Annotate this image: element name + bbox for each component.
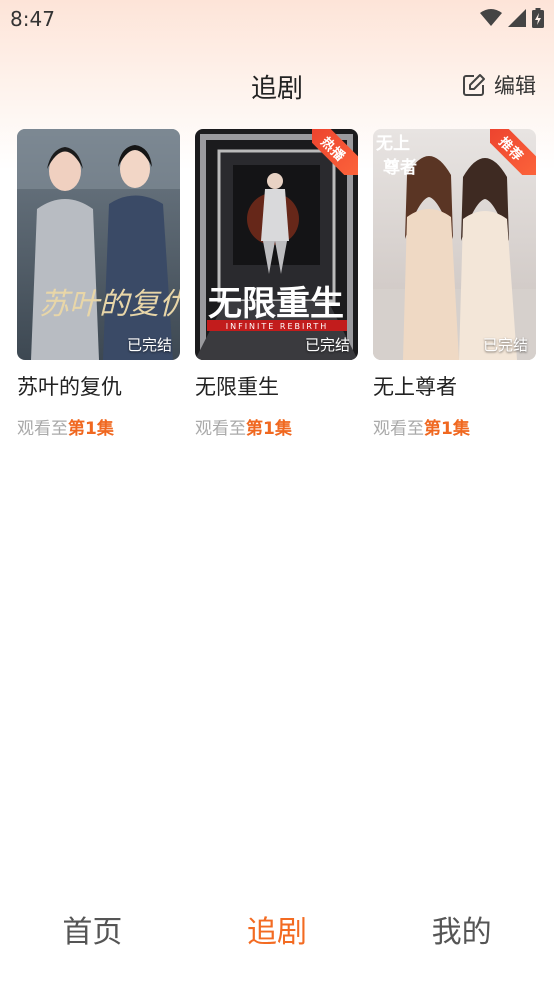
edit-label: 编辑 — [494, 74, 536, 98]
tab-home[interactable]: 首页 — [0, 900, 185, 970]
finished-label: 已完结 — [304, 336, 350, 354]
bottom-tab-bar: 首页 追剧 我的 — [0, 900, 554, 970]
edit-button[interactable]: 编辑 — [462, 70, 536, 100]
tag-label: 热播 — [312, 129, 358, 175]
show-title: 无限重生 — [195, 375, 279, 399]
finished-label: 已完结 — [126, 336, 172, 354]
watch-progress: 观看至第1集 — [17, 414, 180, 439]
tag-label: 推荐 — [490, 129, 536, 175]
svg-text:尊者: 尊者 — [383, 157, 417, 178]
show-poster: 无上 尊者 推荐 已完结 — [373, 129, 536, 360]
signal-icon — [508, 9, 526, 27]
progress-episode: 第1集 — [68, 419, 114, 440]
watch-progress: 观看至第1集 — [195, 414, 358, 439]
edit-icon — [463, 74, 485, 96]
finished-label: 已完结 — [482, 336, 528, 354]
wifi-icon — [480, 9, 502, 26]
status-time: 8:47 — [10, 7, 55, 31]
header: 追剧 编辑 — [0, 60, 554, 110]
show-title: 无上尊者 — [373, 375, 457, 399]
show-poster: 苏叶的复仇 已完结 — [17, 129, 180, 360]
poster-title-text: 苏叶的复仇 — [39, 287, 180, 322]
progress-prefix: 观看至 — [373, 419, 424, 440]
show-poster: 无限重生 INFINITE REBIRTH 热播 已完结 — [195, 129, 358, 360]
poster-title-text: 无限重生 — [208, 284, 344, 324]
show-card[interactable]: 无限重生 INFINITE REBIRTH 热播 已完结 无限重生 观看至第1集 — [195, 129, 358, 439]
show-card[interactable]: 苏叶的复仇 已完结 苏叶的复仇 观看至第1集 — [17, 129, 180, 439]
tag-ribbon: 推荐 — [490, 129, 536, 175]
tab-mine[interactable]: 我的 — [369, 900, 554, 970]
tag-ribbon: 热播 — [312, 129, 358, 175]
progress-prefix: 观看至 — [195, 419, 246, 440]
show-title: 苏叶的复仇 — [17, 375, 122, 399]
progress-prefix: 观看至 — [17, 419, 68, 440]
status-icons — [480, 8, 544, 28]
poster-subtitle-text: INFINITE REBIRTH — [226, 322, 328, 331]
battery-icon — [532, 8, 544, 28]
watch-progress: 观看至第1集 — [373, 414, 536, 439]
status-bar: 8:47 — [0, 0, 554, 38]
show-card[interactable]: 无上 尊者 推荐 已完结 无上尊者 观看至第1集 — [373, 129, 536, 439]
show-grid: 苏叶的复仇 已完结 苏叶的复仇 观看至第1集 无限重生 INFINITE REB… — [17, 129, 536, 439]
poster-art: 苏叶的复仇 — [17, 129, 180, 360]
tab-following[interactable]: 追剧 — [185, 900, 370, 970]
progress-episode: 第1集 — [424, 419, 470, 440]
svg-text:无上: 无上 — [375, 134, 410, 154]
progress-episode: 第1集 — [246, 419, 292, 440]
